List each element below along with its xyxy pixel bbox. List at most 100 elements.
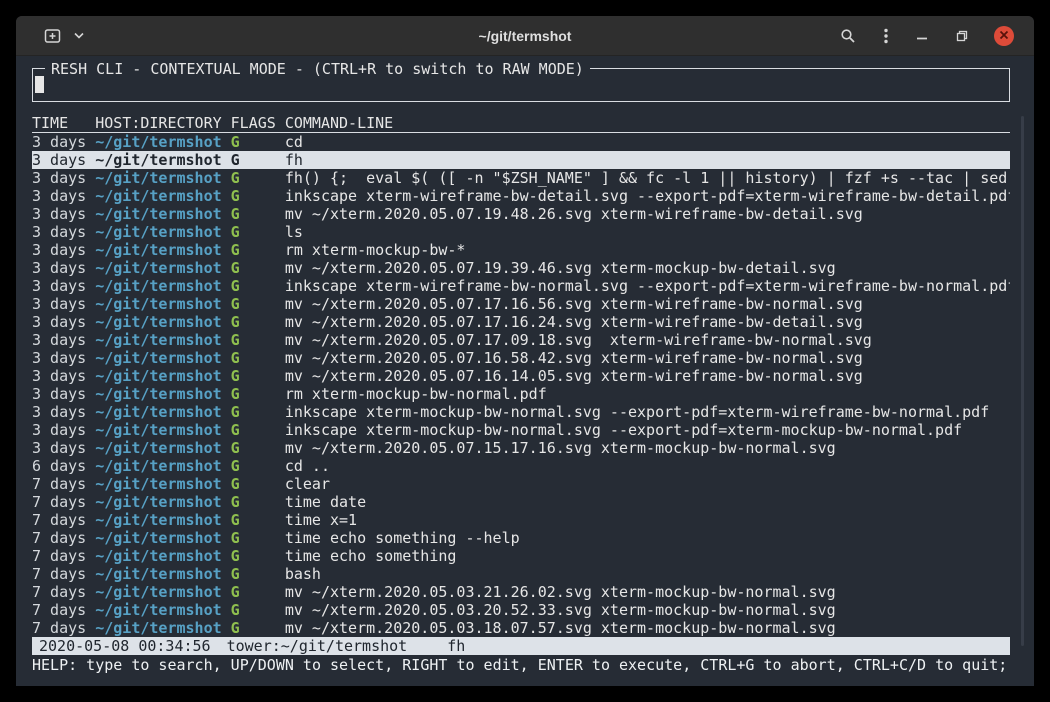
row-command: inkscape xterm-wireframe-bw-normal.svg -… bbox=[285, 277, 1010, 295]
row-time: 3 days bbox=[32, 349, 95, 367]
row-command: ls bbox=[285, 223, 1010, 241]
row-time: 3 days bbox=[32, 277, 95, 295]
row-host: ~/git/termshot bbox=[95, 277, 230, 295]
history-row[interactable]: 3 days ~/git/termshot G fh bbox=[32, 151, 1010, 169]
scrollbar[interactable] bbox=[1021, 116, 1024, 646]
row-time: 6 days bbox=[32, 457, 95, 475]
row-host: ~/git/termshot bbox=[95, 133, 230, 151]
history-rows: 3 days ~/git/termshot G cd 3 days ~/git/… bbox=[32, 133, 1010, 637]
row-command: time echo something --help bbox=[285, 529, 1010, 547]
history-row[interactable]: 7 days ~/git/termshot G mv ~/xterm.2020.… bbox=[32, 601, 1010, 619]
history-row[interactable]: 3 days ~/git/termshot G inkscape xterm-m… bbox=[32, 421, 1010, 439]
status-host-directory: tower:~/git/termshot bbox=[227, 637, 408, 655]
history-row[interactable]: 3 days ~/git/termshot G mv ~/xterm.2020.… bbox=[32, 313, 1010, 331]
menu-button[interactable] bbox=[882, 26, 890, 46]
history-row[interactable]: 3 days ~/git/termshot G rm xterm-mockup-… bbox=[32, 385, 1010, 403]
header-command-line: COMMAND-LINE bbox=[285, 114, 1010, 132]
restore-button[interactable] bbox=[954, 28, 970, 44]
row-flags: G bbox=[231, 493, 285, 511]
row-command: mv ~/xterm.2020.05.07.19.39.46.svg xterm… bbox=[285, 259, 1010, 277]
text-cursor bbox=[35, 76, 44, 93]
history-row[interactable]: 7 days ~/git/termshot G time echo someth… bbox=[32, 529, 1010, 547]
history-row[interactable]: 3 days ~/git/termshot G rm xterm-mockup-… bbox=[32, 241, 1010, 259]
profiles-dropdown-button[interactable] bbox=[72, 30, 86, 41]
resh-search-input[interactable]: RESH CLI - CONTEXTUAL MODE - (CTRL+R to … bbox=[32, 68, 1010, 102]
history-row[interactable]: 7 days ~/git/termshot G clear bbox=[32, 475, 1010, 493]
row-time: 3 days bbox=[32, 187, 95, 205]
titlebar: ~/git/termshot bbox=[16, 16, 1034, 56]
header-time: TIME bbox=[32, 114, 95, 132]
row-host: ~/git/termshot bbox=[95, 421, 230, 439]
row-flags: G bbox=[231, 439, 285, 457]
history-row[interactable]: 7 days ~/git/termshot G mv ~/xterm.2020.… bbox=[32, 583, 1010, 601]
history-row[interactable]: 3 days ~/git/termshot G mv ~/xterm.2020.… bbox=[32, 367, 1010, 385]
row-time: 3 days bbox=[32, 133, 95, 151]
row-host: ~/git/termshot bbox=[95, 259, 230, 277]
row-host: ~/git/termshot bbox=[95, 205, 230, 223]
row-flags: G bbox=[231, 565, 285, 583]
history-row[interactable]: 6 days ~/git/termshot G cd .. bbox=[32, 457, 1010, 475]
new-tab-button[interactable] bbox=[42, 26, 64, 46]
row-command: rm xterm-mockup-bw-* bbox=[285, 241, 1010, 259]
row-command: mv ~/xterm.2020.05.07.17.16.56.svg xterm… bbox=[285, 295, 1010, 313]
row-time: 7 days bbox=[32, 619, 95, 637]
history-row[interactable]: 3 days ~/git/termshot G inkscape xterm-w… bbox=[32, 187, 1010, 205]
row-flags: G bbox=[231, 295, 285, 313]
close-button[interactable] bbox=[994, 26, 1014, 46]
history-row[interactable]: 7 days ~/git/termshot G time date bbox=[32, 493, 1010, 511]
history-row[interactable]: 3 days ~/git/termshot G inkscape xterm-m… bbox=[32, 403, 1010, 421]
history-row[interactable]: 3 days ~/git/termshot G ls bbox=[32, 223, 1010, 241]
row-time: 3 days bbox=[32, 205, 95, 223]
row-host: ~/git/termshot bbox=[95, 349, 230, 367]
row-time: 7 days bbox=[32, 529, 95, 547]
history-row[interactable]: 7 days ~/git/termshot G bash bbox=[32, 565, 1010, 583]
history-row[interactable]: 3 days ~/git/termshot G mv ~/xterm.2020.… bbox=[32, 259, 1010, 277]
history-header: TIME HOST:DIRECTORY FLAGS COMMAND-LINE bbox=[32, 114, 1010, 133]
row-time: 3 days bbox=[32, 385, 95, 403]
history-row[interactable]: 7 days ~/git/termshot G mv ~/xterm.2020.… bbox=[32, 619, 1010, 637]
row-time: 3 days bbox=[32, 421, 95, 439]
row-time: 3 days bbox=[32, 367, 95, 385]
row-command: bash bbox=[285, 565, 1010, 583]
row-time: 7 days bbox=[32, 601, 95, 619]
row-flags: G bbox=[231, 205, 285, 223]
row-flags: G bbox=[231, 529, 285, 547]
chevron-down-icon bbox=[74, 32, 84, 39]
resh-banner-title: RESH CLI - CONTEXTUAL MODE - (CTRL+R to … bbox=[45, 60, 590, 78]
row-command: mv ~/xterm.2020.05.03.20.52.33.svg xterm… bbox=[285, 601, 1010, 619]
history-row[interactable]: 7 days ~/git/termshot G time echo someth… bbox=[32, 547, 1010, 565]
row-host: ~/git/termshot bbox=[95, 241, 230, 259]
row-flags: G bbox=[231, 241, 285, 259]
row-host: ~/git/termshot bbox=[95, 169, 230, 187]
row-host: ~/git/termshot bbox=[95, 475, 230, 493]
row-host: ~/git/termshot bbox=[95, 583, 230, 601]
row-command: time echo something bbox=[285, 547, 1010, 565]
history-row[interactable]: 3 days ~/git/termshot G fh() {; eval $( … bbox=[32, 169, 1010, 187]
row-flags: G bbox=[231, 277, 285, 295]
history-row[interactable]: 3 days ~/git/termshot G mv ~/xterm.2020.… bbox=[32, 439, 1010, 457]
row-flags: G bbox=[231, 169, 285, 187]
history-row[interactable]: 3 days ~/git/termshot G mv ~/xterm.2020.… bbox=[32, 349, 1010, 367]
row-command: rm xterm-mockup-bw-normal.pdf bbox=[285, 385, 1010, 403]
row-time: 3 days bbox=[32, 241, 95, 259]
minimize-button[interactable] bbox=[914, 28, 930, 44]
search-button[interactable] bbox=[838, 26, 858, 46]
row-flags: G bbox=[231, 511, 285, 529]
row-flags: G bbox=[231, 457, 285, 475]
row-flags: G bbox=[231, 367, 285, 385]
history-row[interactable]: 3 days ~/git/termshot G mv ~/xterm.2020.… bbox=[32, 331, 1010, 349]
row-time: 3 days bbox=[32, 151, 95, 169]
minimize-icon bbox=[916, 30, 928, 42]
history-row[interactable]: 3 days ~/git/termshot G mv ~/xterm.2020.… bbox=[32, 295, 1010, 313]
row-host: ~/git/termshot bbox=[95, 601, 230, 619]
row-command: fh() {; eval $( ([ -n "$ZSH_NAME" ] && f… bbox=[285, 169, 1010, 187]
history-row[interactable]: 3 days ~/git/termshot G cd bbox=[32, 133, 1010, 151]
history-row[interactable]: 7 days ~/git/termshot G time x=1 bbox=[32, 511, 1010, 529]
row-flags: G bbox=[231, 403, 285, 421]
row-host: ~/git/termshot bbox=[95, 331, 230, 349]
row-time: 3 days bbox=[32, 403, 95, 421]
row-flags: G bbox=[231, 601, 285, 619]
row-flags: G bbox=[231, 223, 285, 241]
history-row[interactable]: 3 days ~/git/termshot G mv ~/xterm.2020.… bbox=[32, 205, 1010, 223]
history-row[interactable]: 3 days ~/git/termshot G inkscape xterm-w… bbox=[32, 277, 1010, 295]
